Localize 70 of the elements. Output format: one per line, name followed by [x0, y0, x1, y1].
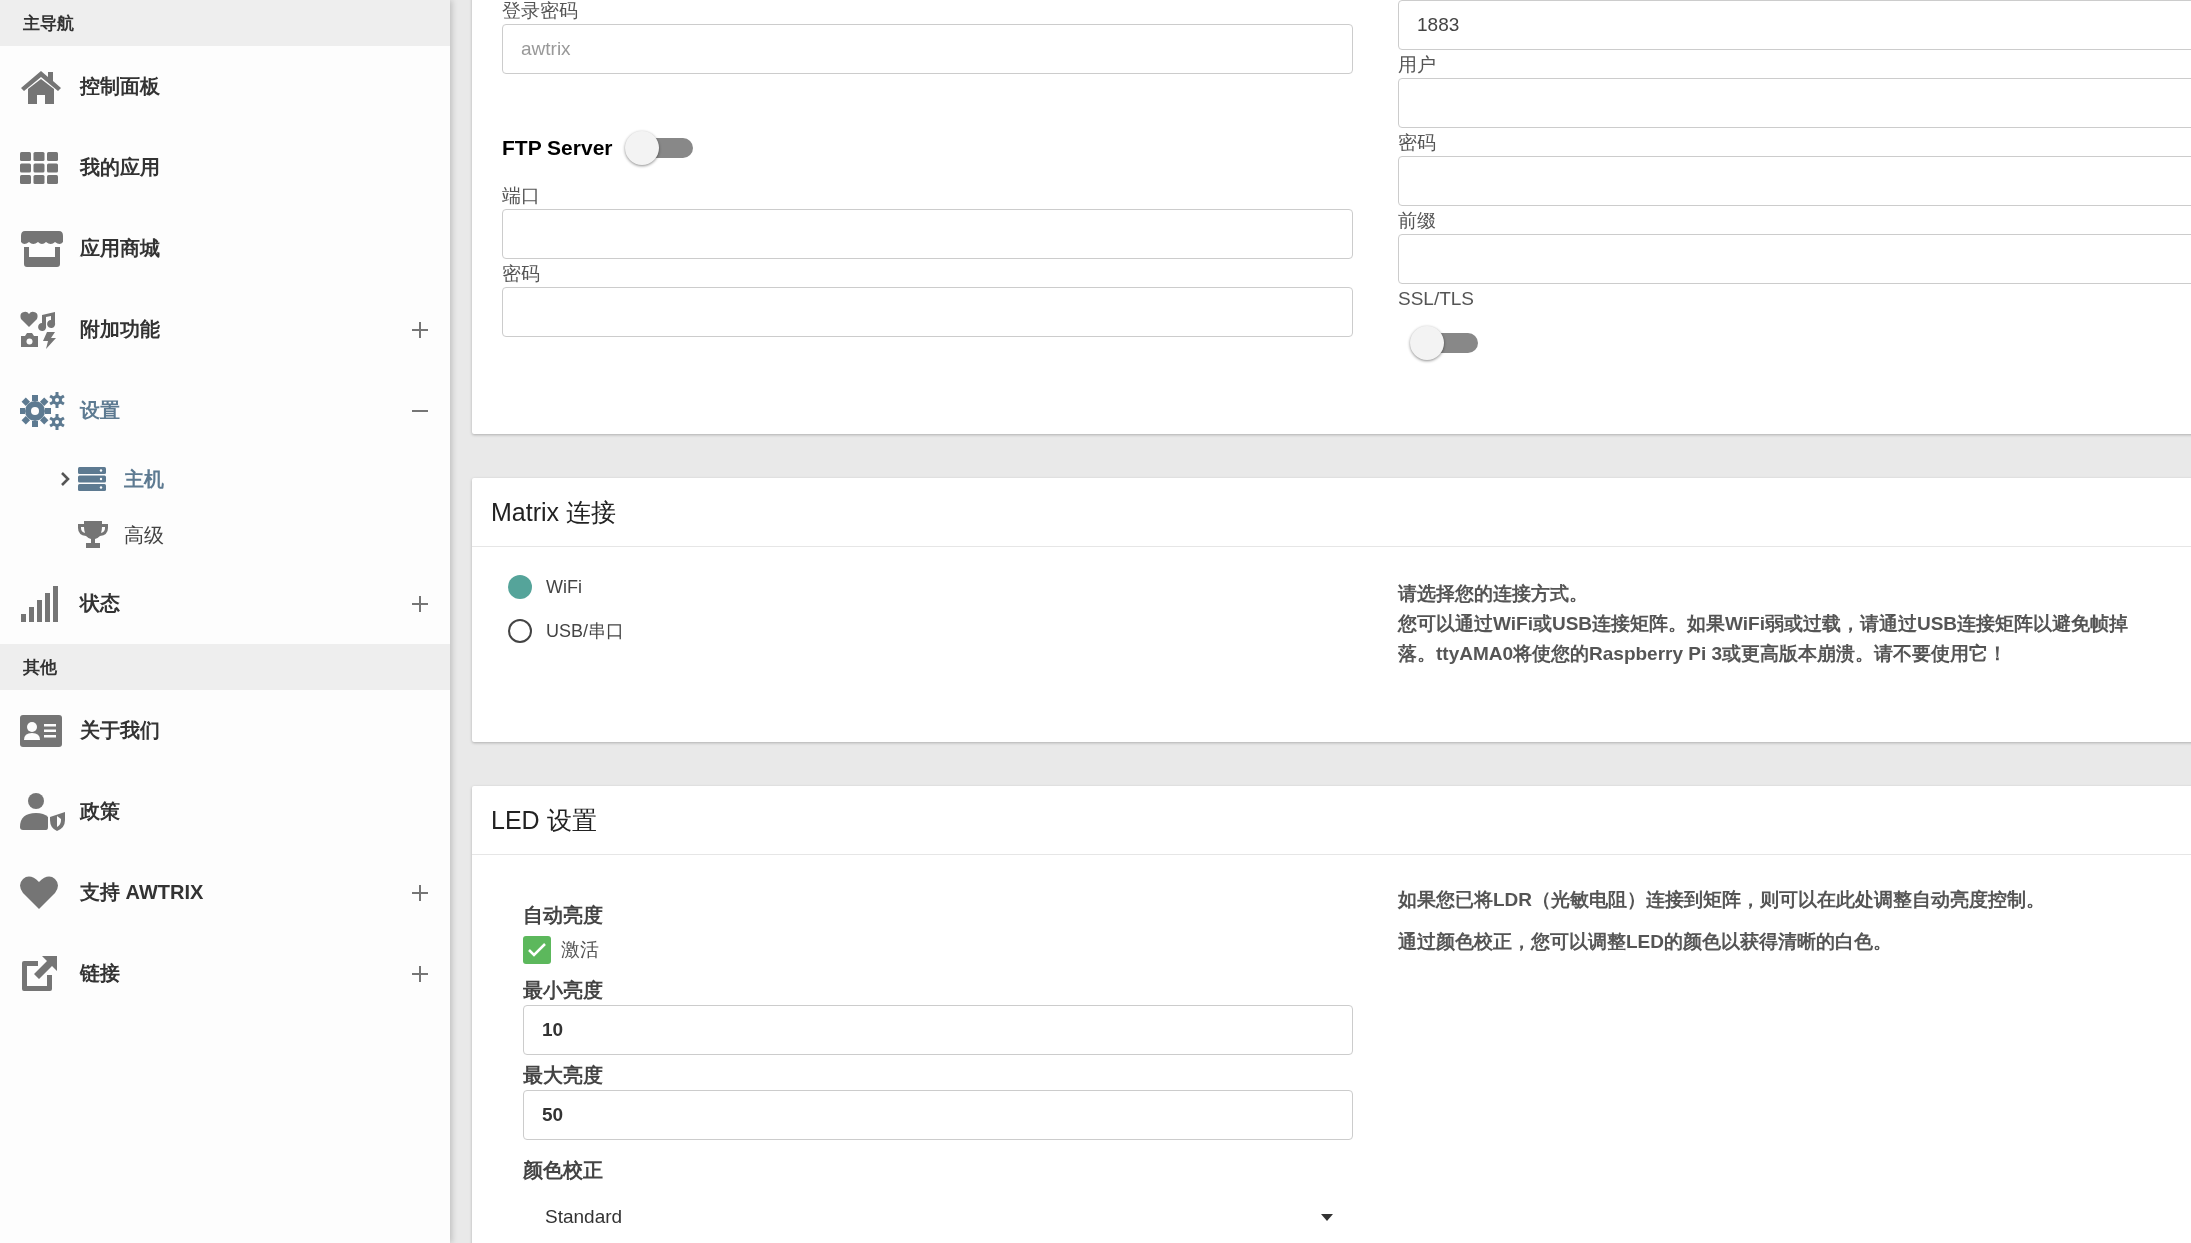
sidebar-item[interactable]: 我的应用 [0, 127, 450, 208]
external-link-icon [20, 954, 58, 993]
field-label: 密码 [502, 263, 541, 285]
field-label: 最小亮度 [523, 978, 604, 1002]
card-title: LED 设置 [472, 786, 2191, 855]
plus-icon[interactable] [412, 884, 428, 901]
input-field[interactable] [502, 287, 1353, 337]
sidebar-item[interactable]: 政策 [0, 771, 450, 852]
sidebar-item[interactable]: 附加功能 [0, 289, 450, 370]
heart-icon [20, 875, 58, 910]
input-field[interactable] [1398, 156, 2191, 206]
toggle-switch[interactable] [1410, 326, 1478, 360]
field-label: 登录密码 [502, 0, 579, 22]
plus-icon[interactable] [412, 595, 428, 612]
server-icon [78, 467, 106, 491]
radio-button[interactable] [508, 619, 532, 643]
trophy-icon [78, 521, 108, 549]
field-label: 颜色校正 [523, 1158, 604, 1182]
sidebar-item[interactable]: 应用商城 [0, 208, 450, 289]
radio-button[interactable] [508, 575, 532, 599]
help-text: 请选择您的连接方式。 [1398, 582, 1589, 606]
input-field[interactable] [1398, 78, 2191, 128]
signal-bars-icon [20, 585, 60, 622]
user-shield-icon [20, 792, 66, 831]
help-text: 通过颜色校正，您可以调整LED的颜色以获得清晰的白色。 [1398, 930, 1893, 954]
field-label: FTP Server [502, 136, 613, 160]
input-field[interactable]: 50 [523, 1090, 1353, 1140]
sidebar-item[interactable]: 设置 [0, 370, 450, 451]
heart-music-camera-icon [20, 310, 58, 349]
field-label: 自动亮度 [523, 903, 604, 927]
help-text: 您可以通过WiFi或USB连接矩阵。如果WiFi弱或过载，请通过USB连接矩阵以避免帧掉 [1398, 612, 2130, 636]
sidebar-item[interactable]: 支持 AWTRIX [0, 852, 450, 933]
input-field[interactable] [502, 209, 1353, 259]
caret-icon [1321, 1213, 1333, 1221]
input-field[interactable]: 10 [523, 1005, 1353, 1055]
grid-icon [20, 151, 58, 184]
input-field[interactable]: awtrix [502, 24, 1353, 74]
home-icon [20, 68, 62, 105]
input-field[interactable] [1398, 234, 2191, 284]
store-icon [20, 229, 64, 268]
field-label: 用户 [1398, 54, 1437, 76]
toggle-switch[interactable] [624, 131, 693, 165]
checkbox-label: 激活 [561, 938, 599, 962]
plus-icon[interactable] [412, 965, 428, 982]
field-label: 前缀 [1398, 210, 1437, 232]
help-text: 落。ttyAMA0将使您的Raspberry Pi 3或更高版本崩溃。请不要使用它！ [1398, 642, 2009, 666]
sidebar-item[interactable]: 关于我们 [0, 690, 450, 771]
sidebar-item[interactable]: 控制面板 [0, 46, 450, 127]
submenu-item[interactable]: 高级 [0, 507, 450, 563]
sidebar-item[interactable]: 链接 [0, 933, 450, 1014]
plus-icon[interactable] [412, 321, 428, 338]
field-label: 密码 [1398, 132, 1437, 154]
submenu-item[interactable]: 主机 [0, 451, 450, 507]
help-text: 如果您已将LDR（光敏电阻）连接到矩阵，则可以在此处调整自动亮度控制。 [1398, 888, 2047, 912]
chevron-icon [60, 471, 70, 487]
input-field[interactable]: 1883 [1398, 0, 2191, 50]
section-heading: 主导航 [0, 0, 450, 46]
section-heading: 其他 [0, 644, 450, 690]
contact-card-icon [20, 714, 62, 747]
field-label: 端口 [502, 185, 541, 207]
select-dropdown[interactable]: Standard [523, 1193, 1353, 1241]
checkbox[interactable] [523, 936, 551, 964]
field-label: 最大亮度 [523, 1063, 604, 1087]
field-label: SSL/TLS [1398, 288, 1476, 310]
gears-icon [20, 390, 66, 431]
sidebar-item[interactable]: 状态 [0, 563, 450, 644]
check-icon [527, 942, 547, 958]
radio-label: WiFi [546, 576, 582, 598]
radio-label: USB/串口 [546, 620, 624, 643]
card-title: Matrix 连接 [472, 478, 2191, 547]
